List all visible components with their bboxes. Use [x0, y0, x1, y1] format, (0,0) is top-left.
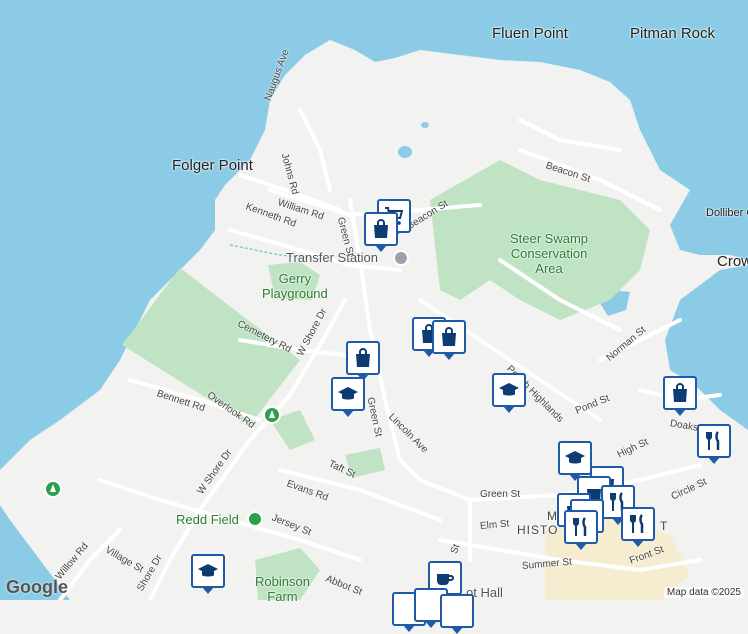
graduation-cap-icon [565, 451, 585, 464]
graduation-cap-icon [198, 564, 218, 577]
place-fluen-point: Fluen Point [492, 25, 568, 42]
park-pin-overlook[interactable] [263, 406, 281, 424]
shopping-bag-icon [442, 327, 456, 346]
label-histo: HISTO [517, 523, 559, 537]
small-pond-2 [421, 122, 429, 128]
label-transfer-station: Transfer Station [286, 250, 379, 265]
map-data-attribution[interactable]: Map data ©2025 [663, 587, 744, 598]
marker-school-4[interactable] [191, 554, 225, 594]
place-dolliber: Dolliber C [706, 207, 748, 219]
coffee-cup-icon [437, 574, 454, 585]
marker-school-3[interactable] [558, 441, 592, 481]
shopping-bag-icon [673, 383, 687, 402]
fork-knife-icon [630, 514, 644, 533]
marker-restaurant-3[interactable] [564, 510, 598, 550]
place-pitman-rock: Pitman Rock [630, 25, 716, 42]
fork-knife-icon [573, 517, 587, 536]
marker-school-1[interactable] [331, 377, 365, 417]
shopping-bag-icon [374, 219, 388, 238]
marker-restaurant-1[interactable] [697, 424, 731, 464]
marker-bag-1[interactable] [364, 212, 398, 252]
marker-school-2[interactable] [492, 373, 526, 413]
label-steer-swamp: Steer Swamp Conservation Area [510, 231, 589, 276]
marker-bag-5[interactable] [663, 376, 697, 416]
place-crow: Crow [717, 253, 748, 270]
marker-bag-4[interactable] [346, 341, 380, 381]
graduation-cap-icon [499, 383, 519, 396]
label-redd-field: Redd Field [176, 512, 239, 527]
transfer-station-pin[interactable] [393, 250, 409, 266]
marker-bag-3[interactable] [432, 320, 466, 360]
label-gerry-playground: Gerry Playground [262, 271, 328, 301]
fork-knife-icon [706, 431, 720, 450]
place-folger-point: Folger Point [172, 157, 253, 174]
marker-restaurant-4[interactable] [621, 507, 655, 547]
google-logo: Google [6, 577, 68, 597]
park-pin-west[interactable] [44, 480, 62, 498]
label-hist-t: T [660, 519, 668, 533]
street-green-st-east: Green St [480, 489, 521, 500]
graduation-cap-icon [338, 387, 358, 400]
label-m: M [547, 509, 557, 523]
marker-cluster-7[interactable] [440, 594, 474, 634]
small-pond [398, 146, 412, 158]
redd-field-pin[interactable] [247, 511, 263, 527]
shopping-bag-icon [356, 348, 370, 367]
